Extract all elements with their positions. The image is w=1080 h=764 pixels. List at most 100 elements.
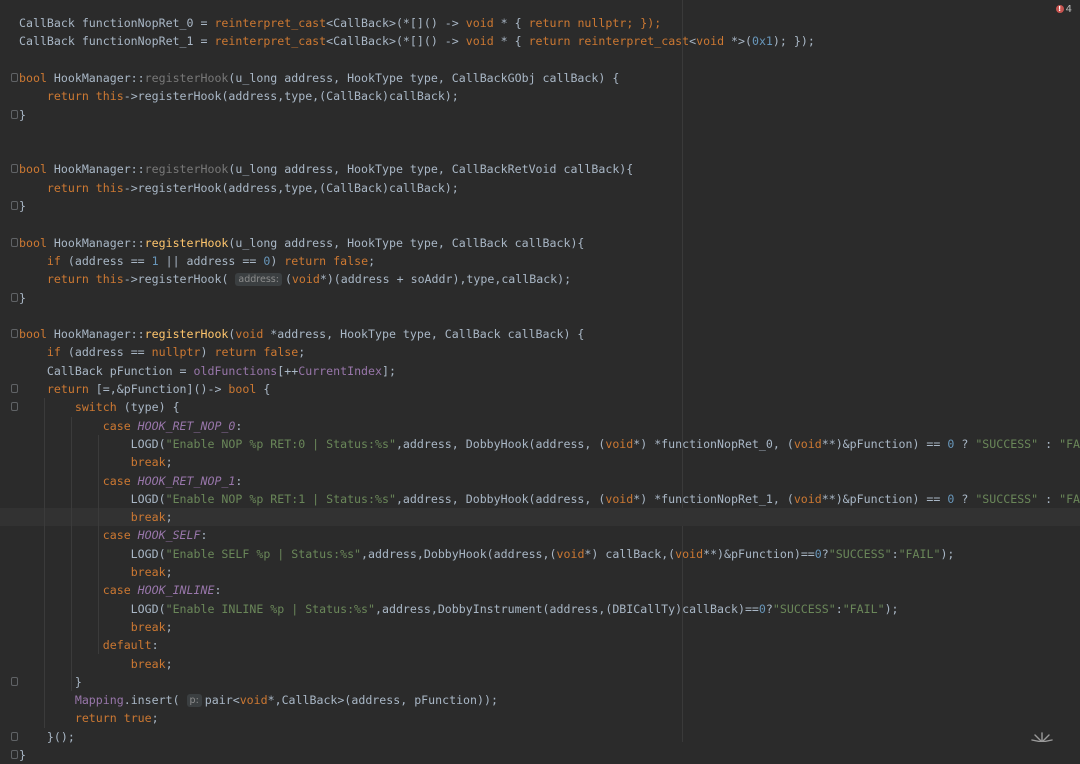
code-line[interactable]: case HOOK_RET_NOP_1: <box>0 472 1080 490</box>
code-text: CallBack functionNopRet_0 = reinterpret_… <box>19 14 661 32</box>
code-token: CallBack pFunction = <box>19 363 194 378</box>
fold-marker-icon[interactable] <box>11 72 18 82</box>
code-token: Mapping <box>74 693 124 708</box>
code-token: void <box>239 693 268 708</box>
code-token: *>( <box>724 34 752 49</box>
code-token: void <box>291 272 320 287</box>
fold-marker-icon[interactable] <box>11 292 18 302</box>
code-token: *,CallBack>(address, pFunction)); <box>267 693 498 708</box>
code-line[interactable]: bool HookManager::registerHook(u_long ad… <box>0 69 1080 87</box>
code-line[interactable]: default: <box>0 636 1080 654</box>
code-line[interactable]: if (address == nullptr) return false; <box>0 343 1080 361</box>
code-text: if (address == 1 || address == 0) return… <box>19 252 375 270</box>
fold-marker-icon[interactable] <box>11 164 18 174</box>
code-line[interactable]: break; <box>0 453 1080 471</box>
code-token: return <box>46 180 89 195</box>
code-text: bool HookManager::registerHook(u_long ad… <box>19 234 584 252</box>
code-line[interactable]: return this->registerHook( address: (void… <box>0 270 1080 288</box>
code-token: this <box>95 272 124 287</box>
code-line[interactable]: LOGD("Enable SELF %p | Status:%s",addres… <box>0 545 1080 563</box>
code-line[interactable]: } <box>0 289 1080 307</box>
code-text: LOGD("Enable NOP %p RET:1 | Status:%s",a… <box>19 490 1080 508</box>
code-line[interactable] <box>0 142 1080 160</box>
code-text: } <box>19 197 26 215</box>
code-line[interactable]: case HOOK_SELF: <box>0 526 1080 544</box>
code-line[interactable]: }(); <box>0 728 1080 746</box>
code-line[interactable]: CallBack pFunction = oldFunctions[++Curr… <box>0 362 1080 380</box>
code-text: return this->registerHook( address: (void… <box>19 270 571 288</box>
code-token: switch <box>74 400 117 415</box>
fold-marker-icon[interactable] <box>11 402 18 412</box>
code-line[interactable]: LOGD("Enable NOP %p RET:0 | Status:%s",a… <box>0 435 1080 453</box>
code-text: case HOOK_RET_NOP_0: <box>19 417 243 435</box>
code-token: 1 <box>151 253 159 268</box>
code-token: void <box>696 34 725 49</box>
code-text: return [=,&pFunction]()-> bool { <box>19 380 270 398</box>
code-token: return <box>528 34 571 49</box>
code-line[interactable] <box>0 307 1080 325</box>
code-token: void <box>793 436 822 451</box>
code-line[interactable]: break; <box>0 563 1080 581</box>
code-line[interactable]: case HOOK_RET_NOP_0: <box>0 417 1080 435</box>
code-editor[interactable]: CallBack functionNopRet_0 = reinterpret_… <box>0 0 1080 762</box>
code-line[interactable]: break; <box>0 618 1080 636</box>
code-text: break; <box>19 618 173 636</box>
code-line[interactable]: return this->registerHook(address,type,(… <box>0 179 1080 197</box>
code-token: break <box>130 565 166 579</box>
fold-marker-icon[interactable] <box>11 750 18 759</box>
code-line[interactable]: } <box>0 746 1080 764</box>
code-line[interactable]: bool HookManager::registerHook(void *add… <box>0 325 1080 343</box>
code-line[interactable]: return [=,&pFunction]()-> bool { <box>0 380 1080 398</box>
code-token: false <box>263 345 299 360</box>
code-line[interactable]: if (address == 1 || address == 0) return… <box>0 252 1080 270</box>
code-text: CallBack pFunction = oldFunctions[++Curr… <box>19 362 396 380</box>
code-line[interactable]: break; <box>0 508 1080 527</box>
code-line[interactable]: return true; <box>0 709 1080 727</box>
code-token: LOGD( <box>19 491 166 506</box>
code-line[interactable]: break; <box>0 655 1080 673</box>
code-line[interactable] <box>0 124 1080 142</box>
code-token: ? <box>765 601 773 616</box>
code-line[interactable]: Mapping.insert( p: pair<void*,CallBack>(a… <box>0 691 1080 709</box>
code-line[interactable]: bool HookManager::registerHook(u_long ad… <box>0 160 1080 178</box>
code-text: case HOOK_INLINE: <box>19 581 222 599</box>
code-line[interactable]: bool HookManager::registerHook(u_long ad… <box>0 234 1080 252</box>
code-line[interactable]: case HOOK_INLINE: <box>0 581 1080 599</box>
code-line[interactable]: } <box>0 197 1080 215</box>
code-line[interactable]: } <box>0 673 1080 691</box>
fold-marker-icon[interactable] <box>11 109 18 119</box>
code-token: void <box>235 327 264 342</box>
fold-marker-icon[interactable] <box>11 384 18 393</box>
code-line[interactable]: CallBack functionNopRet_1 = reinterpret_… <box>0 32 1080 50</box>
code-line[interactable]: switch (type) { <box>0 398 1080 416</box>
code-token: registerHook <box>144 162 229 177</box>
code-line[interactable]: LOGD("Enable NOP %p RET:1 | Status:%s",a… <box>0 490 1080 508</box>
fold-marker-icon[interactable] <box>11 237 18 247</box>
code-token: ; <box>368 253 376 268</box>
code-token: : <box>235 473 243 488</box>
fold-marker-icon[interactable] <box>11 731 18 741</box>
code-line[interactable]: } <box>0 106 1080 124</box>
code-line[interactable]: return this->registerHook(address,type,(… <box>0 87 1080 105</box>
fold-marker-icon[interactable] <box>11 201 18 210</box>
code-token: void <box>793 491 822 506</box>
code-token: if <box>46 253 61 268</box>
code-token: 0 <box>758 601 766 616</box>
code-token: : <box>151 638 159 653</box>
code-token: "FAIL" <box>1059 436 1080 451</box>
code-line[interactable] <box>0 215 1080 233</box>
code-token: oldFunctions <box>193 363 278 378</box>
code-token: return <box>46 382 89 396</box>
code-line[interactable]: CallBack functionNopRet_0 = reinterpret_… <box>0 14 1080 32</box>
fold-marker-icon[interactable] <box>11 676 18 686</box>
fold-marker-icon[interactable] <box>11 329 18 339</box>
code-token: ( <box>284 272 292 287</box>
code-line[interactable]: LOGD("Enable INLINE %p | Status:%s",addr… <box>0 600 1080 618</box>
error-indicator[interactable]: ! 4 <box>1055 2 1072 16</box>
code-token: } <box>19 674 82 689</box>
code-line[interactable] <box>0 51 1080 69</box>
